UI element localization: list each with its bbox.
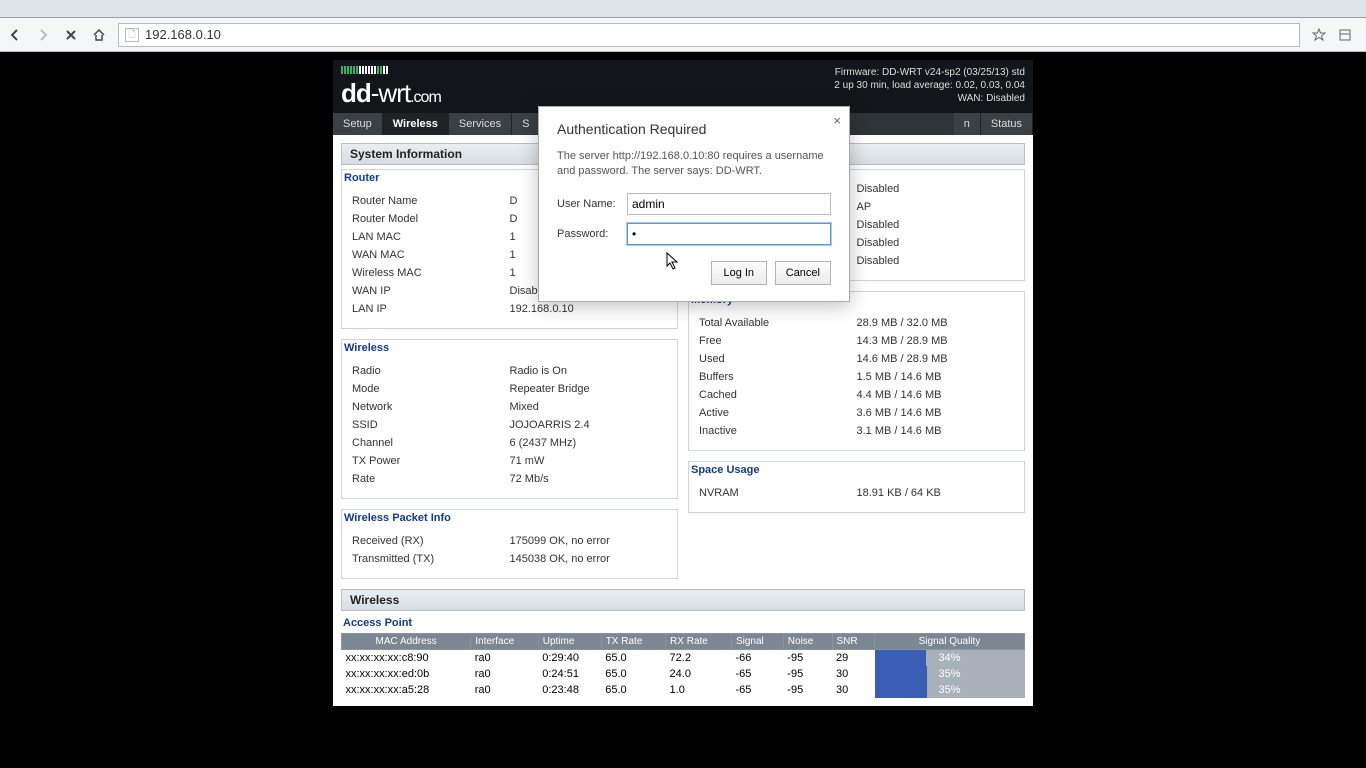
packet-title: Wireless Packet Info [342,510,677,526]
packet-box: Wireless Packet Info Received (RX)175099… [341,509,678,579]
password-input[interactable] [627,223,831,245]
tab-status[interactable]: Status [981,113,1033,135]
info-row: NVRAM18.91 KB / 64 KB [699,484,1014,502]
info-row: Channel6 (2437 MHz) [352,434,667,452]
stop-icon[interactable] [62,26,80,44]
info-row: Total Available28.9 MB / 32.0 MB [699,314,1014,332]
space-box: Space Usage NVRAM18.91 KB / 64 KB [688,461,1025,513]
info-row: RadioRadio is On [352,362,667,380]
table-row: xx:xx:xx:xx:a5:28ra00:23:4865.01.0-65-95… [342,682,1025,698]
browser-tab-strip [0,0,1366,18]
table-row: xx:xx:xx:xx:c8:90ra00:29:4065.072.2-66-9… [342,650,1025,667]
tab-setup[interactable]: Setup [333,113,383,135]
url-bar[interactable]: 🗋 192.168.0.10 [118,23,1300,47]
space-title: Space Usage [689,462,1024,478]
dialog-text: The server http://192.168.0.10:80 requir… [557,149,831,179]
info-row: LAN IP192.168.0.10 [352,300,667,318]
tab-wireless[interactable]: Wireless [383,113,449,135]
back-icon[interactable] [6,26,24,44]
ddwrt-logo: dd-wrt.com [341,78,441,113]
forward-icon [34,26,52,44]
info-row: TX Power71 mW [352,452,667,470]
info-row: ModeRepeater Bridge [352,380,667,398]
star-icon[interactable] [1310,26,1328,44]
tab-partial-2[interactable]: n [954,113,981,135]
login-button[interactable]: Log In [711,261,767,285]
info-row: Rate72 Mb/s [352,470,667,488]
info-row: Transmitted (TX)145038 OK, no error [352,550,667,568]
url-text: 192.168.0.10 [145,27,221,42]
logo-dots [341,66,388,74]
tab-services[interactable]: Services [449,113,512,135]
info-row: Used14.6 MB / 28.9 MB [699,350,1014,368]
info-row: Buffers1.5 MB / 14.6 MB [699,368,1014,386]
auth-dialog: × Authentication Required The server htt… [538,106,850,302]
dialog-title: Authentication Required [557,121,831,137]
info-row: Free14.3 MB / 28.9 MB [699,332,1014,350]
info-row: Received (RX)175099 OK, no error [352,532,667,550]
memory-box: Memory Total Available28.9 MB / 32.0 MBF… [688,291,1025,451]
info-row: NetworkMixed [352,398,667,416]
header-status: Firmware: DD-WRT v24-sp2 (03/25/13) std … [834,66,1025,105]
page-favicon: 🗋 [125,28,139,42]
wireless-panel-title: Wireless [341,589,1025,611]
wireless-title: Wireless [342,340,677,356]
wireless-box: Wireless RadioRadio is OnModeRepeater Br… [341,339,678,499]
home-icon[interactable] [90,26,108,44]
password-label: Password: [557,228,627,240]
username-input[interactable] [627,193,831,215]
access-point-title: Access Point [341,615,1025,631]
table-row: xx:xx:xx:xx:ed:0bra00:24:5165.024.0-65-9… [342,666,1025,682]
info-row: Cached4.4 MB / 14.6 MB [699,386,1014,404]
tab-partial-1[interactable]: S [512,113,540,135]
info-row: Inactive3.1 MB / 14.6 MB [699,422,1014,440]
cancel-button[interactable]: Cancel [775,261,831,285]
info-row: Active3.6 MB / 14.6 MB [699,404,1014,422]
browser-toolbar: 🗋 192.168.0.10 [0,18,1366,52]
menu-icon[interactable] [1336,26,1354,44]
clients-table: MAC Address Interface Uptime TX Rate RX … [341,633,1025,698]
info-row: SSIDJOJOARRIS 2.4 [352,416,667,434]
close-icon[interactable]: × [833,113,841,128]
username-label: User Name: [557,198,627,210]
